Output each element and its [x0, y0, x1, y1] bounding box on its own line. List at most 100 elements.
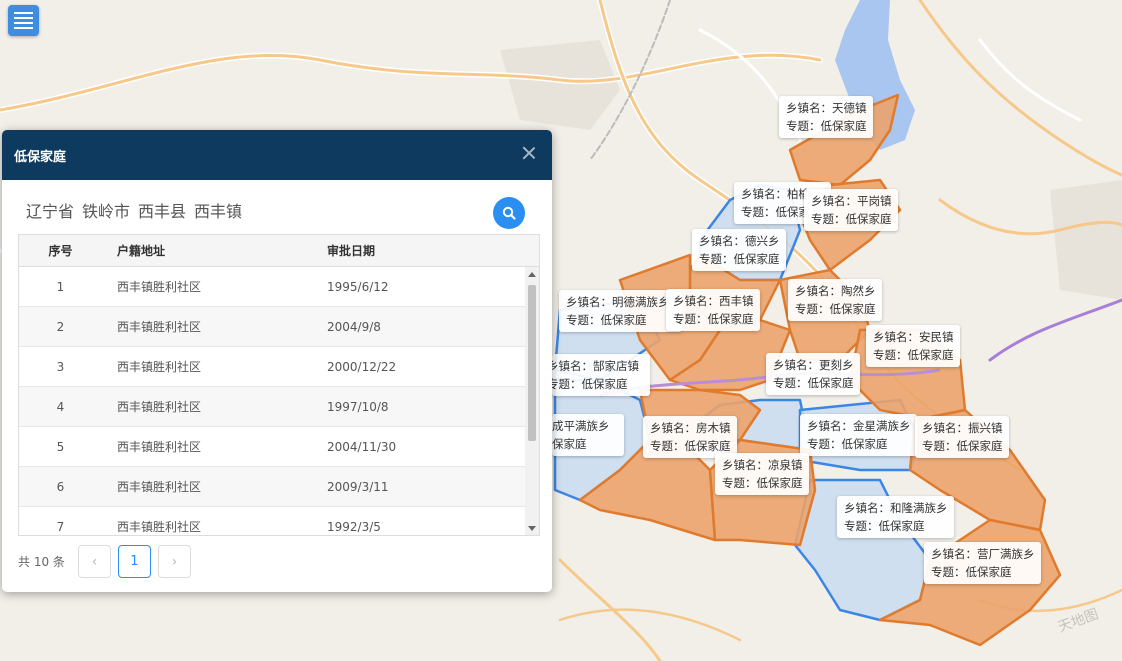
cell-no: 6	[56, 479, 65, 494]
cell-date: 2009/3/11	[327, 479, 389, 494]
label-town: 乡镇名：郜家店镇	[552, 359, 639, 373]
label-town: 乡镇名：房木镇	[650, 421, 731, 435]
breadcrumb-county: 西丰县	[138, 202, 187, 221]
label-town: 乡镇名：振兴镇	[922, 421, 1003, 435]
label-topic: 专题：低保家庭	[566, 313, 647, 327]
panel-title: 低保家庭	[14, 149, 67, 165]
label-topic: 专题：低保家庭	[873, 348, 954, 362]
info-panel: 低保家庭 辽宁省 铁岭市 西丰县 西丰镇 序号 户籍地址 审批日期 1 西丰镇胜…	[2, 130, 552, 592]
table-row[interactable]: 5 西丰镇胜利社区 2004/11/30	[19, 427, 539, 467]
label-town: 乡镇名：天德镇	[786, 101, 867, 115]
scroll-up-icon[interactable]	[528, 272, 536, 277]
breadcrumb: 辽宁省 铁岭市 西丰县 西丰镇	[26, 198, 242, 222]
menu-button[interactable]	[8, 5, 39, 36]
map-label-fangmu[interactable]: 乡镇名：房木镇 专题：低保家庭	[643, 416, 737, 458]
next-page-button[interactable]: ›	[157, 545, 191, 578]
label-town: 乡镇名：德兴乡	[699, 234, 780, 248]
cell-address: 西丰镇胜利社区	[117, 440, 202, 454]
panel-header: 低保家庭	[2, 130, 552, 180]
menu-icon-bar	[14, 22, 33, 24]
cell-no: 5	[56, 439, 65, 454]
map-label-helong[interactable]: 乡镇名：和隆满族乡 专题：低保家庭	[837, 496, 954, 538]
search-icon	[502, 206, 516, 220]
label-topic: 专题：低保家庭	[552, 377, 628, 391]
cell-address: 西丰镇胜利社区	[117, 320, 202, 334]
map-label-anmin[interactable]: 乡镇名：安民镇 专题：低保家庭	[866, 325, 960, 367]
label-topic: 专题：低保家庭	[722, 476, 803, 490]
column-header-address[interactable]: 户籍地址	[102, 242, 327, 259]
cell-date: 1995/6/12	[327, 279, 389, 294]
table-row[interactable]: 1 西丰镇胜利社区 1995/6/12	[19, 267, 539, 307]
cell-no: 7	[56, 519, 65, 534]
table-header: 序号 户籍地址 审批日期	[19, 235, 539, 267]
breadcrumb-city: 铁岭市	[82, 202, 131, 221]
data-table: 序号 户籍地址 审批日期 1 西丰镇胜利社区 1995/6/12 2 西丰镇胜利…	[18, 234, 540, 536]
page-button[interactable]: 1	[117, 545, 151, 578]
label-topic: 专题：低保家庭	[807, 437, 888, 451]
map-label-mingde[interactable]: 乡镇名：明德满族乡 专题：低保家庭	[559, 290, 682, 332]
menu-icon-bar	[14, 17, 33, 19]
map-label-zhenxing[interactable]: 乡镇名：振兴镇 专题：低保家庭	[915, 416, 1009, 458]
label-town: 成平满族乡	[552, 419, 610, 433]
label-topic: 专题：低保家庭	[773, 376, 854, 390]
label-town: 乡镇名：平岗镇	[811, 194, 892, 208]
cell-no: 3	[56, 359, 65, 374]
cell-date: 2000/12/22	[327, 359, 397, 374]
column-header-date[interactable]: 审批日期	[327, 242, 477, 259]
search-button[interactable]	[493, 197, 525, 229]
cell-address: 西丰镇胜利社区	[117, 360, 202, 374]
table-row[interactable]: 6 西丰镇胜利社区 2009/3/11	[19, 467, 539, 507]
label-town: 乡镇名：金星满族乡	[807, 419, 911, 433]
scroll-down-icon[interactable]	[528, 526, 536, 531]
map-label-jinxing[interactable]: 乡镇名：金星满族乡 专题：低保家庭	[800, 414, 917, 456]
table-row[interactable]: 2 西丰镇胜利社区 2004/9/8	[19, 307, 539, 347]
label-town: 乡镇名：明德满族乡	[566, 295, 670, 309]
label-topic: 专题：低保家庭	[931, 565, 1012, 579]
cell-address: 西丰镇胜利社区	[117, 280, 202, 294]
pagination: 共 10 条 ‹ 1 ›	[18, 545, 191, 578]
table-row[interactable]: 7 西丰镇胜利社区 1992/3/5	[19, 507, 539, 535]
cell-date: 1997/10/8	[327, 399, 389, 414]
map-label-gengke[interactable]: 乡镇名：更刻乡 专题：低保家庭	[766, 353, 860, 395]
map-label-dexing[interactable]: 乡镇名：德兴乡 专题：低保家庭	[692, 229, 786, 271]
label-topic: 专题：低保家庭	[922, 439, 1003, 453]
cell-no: 4	[56, 399, 65, 414]
total-count: 共 10 条	[18, 555, 65, 569]
label-topic: 专题：低保家庭	[786, 119, 867, 133]
cell-no: 2	[56, 319, 65, 334]
prev-page-button[interactable]: ‹	[77, 545, 111, 578]
label-town: 乡镇名：安民镇	[873, 330, 954, 344]
map-label-taoran[interactable]: 乡镇名：陶然乡 专题：低保家庭	[788, 279, 882, 321]
table-row[interactable]: 4 西丰镇胜利社区 1997/10/8	[19, 387, 539, 427]
label-topic: 专题：低保家庭	[699, 252, 780, 266]
breadcrumb-province: 辽宁省	[26, 202, 75, 221]
label-town: 乡镇名：和隆满族乡	[844, 501, 948, 515]
label-topic: 专题：低保家庭	[844, 519, 925, 533]
cell-date: 1992/3/5	[327, 519, 381, 534]
column-header-no[interactable]: 序号	[19, 242, 102, 259]
map-label-tiande[interactable]: 乡镇名：天德镇 专题：低保家庭	[779, 96, 873, 138]
breadcrumb-town: 西丰镇	[194, 202, 243, 221]
map-label-liangquan[interactable]: 乡镇名：凉泉镇 专题：低保家庭	[715, 453, 809, 495]
cell-address: 西丰镇胜利社区	[117, 400, 202, 414]
cell-date: 2004/11/30	[327, 439, 397, 454]
map-label-xifeng[interactable]: 乡镇名：西丰镇 专题：低保家庭	[666, 289, 760, 331]
label-town: 乡镇名：更刻乡	[773, 358, 854, 372]
cell-address: 西丰镇胜利社区	[117, 480, 202, 494]
label-town: 乡镇名：营厂满族乡	[931, 547, 1035, 561]
cell-no: 1	[56, 279, 65, 294]
menu-icon-bar	[14, 12, 33, 14]
map-label-gaojiadian[interactable]: 乡镇名：郜家店镇 专题：低保家庭	[552, 354, 650, 396]
close-icon[interactable]	[520, 144, 538, 162]
map-label-pinggang[interactable]: 乡镇名：平岗镇 专题：低保家庭	[804, 189, 898, 231]
label-topic: 保家庭	[552, 437, 587, 451]
label-town: 乡镇名：陶然乡	[795, 284, 876, 298]
map-label-yingchang[interactable]: 乡镇名：营厂满族乡 专题：低保家庭	[924, 542, 1041, 584]
label-topic: 专题：低保家庭	[795, 302, 876, 316]
scroll-thumb[interactable]	[528, 285, 536, 441]
map-label-chengping[interactable]: 成平满族乡 保家庭	[552, 414, 624, 456]
table-scrollbar[interactable]	[525, 267, 539, 535]
cell-address: 西丰镇胜利社区	[117, 520, 202, 534]
label-town: 乡镇名：西丰镇	[673, 294, 754, 308]
table-row[interactable]: 3 西丰镇胜利社区 2000/12/22	[19, 347, 539, 387]
